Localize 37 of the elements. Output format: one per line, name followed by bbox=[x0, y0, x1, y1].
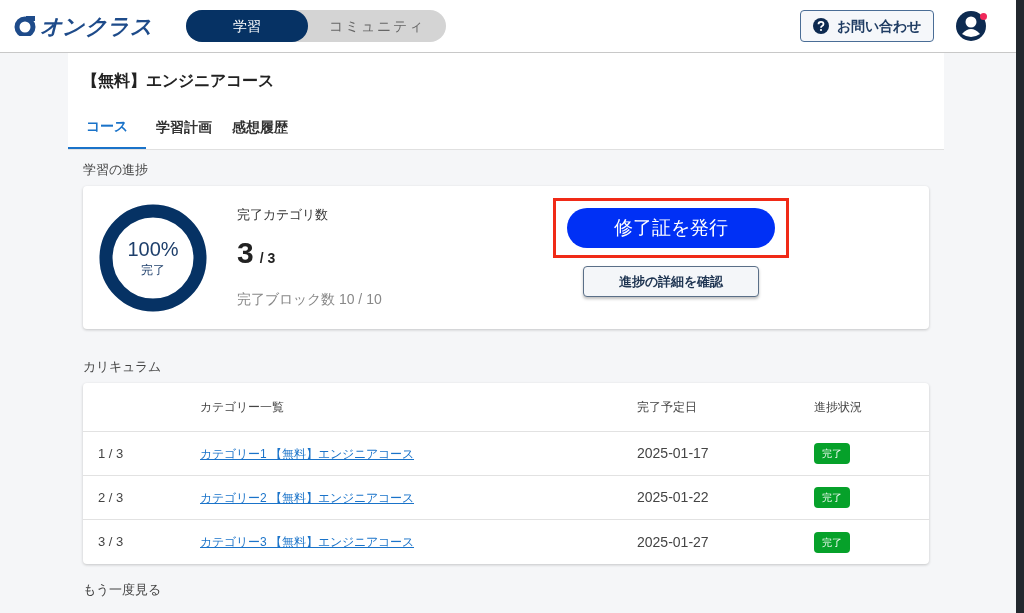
mode-tab[interactable]: 学習 bbox=[186, 10, 308, 42]
course-tab[interactable]: コース bbox=[68, 105, 146, 149]
category-total: / 3 bbox=[259, 249, 276, 269]
mode-tab[interactable]: コミュニティ bbox=[308, 10, 446, 42]
section-heading: 学習の進捗 bbox=[83, 161, 149, 179]
certificate-button[interactable]: 修了証を発行 bbox=[567, 208, 775, 248]
details-button[interactable]: 進捗の詳細を確認 bbox=[583, 266, 759, 297]
section-heading: もう一度見る bbox=[83, 581, 162, 599]
column-header: カテゴリー一覧 bbox=[200, 399, 285, 416]
contact-button[interactable]: お問い合わせ bbox=[800, 10, 934, 42]
due-date: 2025-01-17 bbox=[637, 444, 710, 463]
percent-caption: 完了 bbox=[141, 261, 165, 279]
percent-value: 100% bbox=[127, 236, 179, 261]
column-header: 完了予定日 bbox=[637, 399, 698, 416]
course-tab[interactable]: 学習計画 bbox=[146, 105, 222, 149]
row-index: 2 / 3 bbox=[97, 488, 125, 507]
course-tab[interactable]: 感想履歴 bbox=[222, 105, 298, 149]
course-title: 【無料】エンジニアコース bbox=[82, 71, 275, 91]
column-header: 進捗状況 bbox=[814, 399, 862, 416]
section-heading: カリキュラム bbox=[83, 358, 162, 376]
user-avatar-icon[interactable] bbox=[956, 11, 986, 41]
status-badge: 完了 bbox=[814, 531, 850, 553]
category-link[interactable]: カテゴリー3 【無料】エンジニアコース bbox=[200, 535, 414, 550]
status-badge: 完了 bbox=[814, 487, 850, 508]
logo-mark-icon bbox=[14, 16, 36, 36]
help-icon bbox=[813, 18, 829, 34]
category-done-count: 3 bbox=[237, 235, 254, 272]
status-badge: 完了 bbox=[814, 443, 850, 464]
category-label: 完了カテゴリ数 bbox=[237, 205, 329, 224]
row-index: 3 / 3 bbox=[97, 533, 125, 552]
category-link[interactable]: カテゴリー2 【無料】エンジニアコース bbox=[200, 490, 414, 505]
block-count: 完了ブロック数 10 / 10 bbox=[237, 290, 383, 310]
due-date: 2025-01-27 bbox=[637, 532, 710, 552]
due-date: 2025-01-22 bbox=[637, 488, 710, 507]
category-link[interactable]: カテゴリー1 【無料】エンジニアコース bbox=[200, 446, 414, 461]
row-index: 1 / 3 bbox=[97, 444, 125, 463]
logo-text[interactable]: オンクラス bbox=[40, 9, 153, 43]
